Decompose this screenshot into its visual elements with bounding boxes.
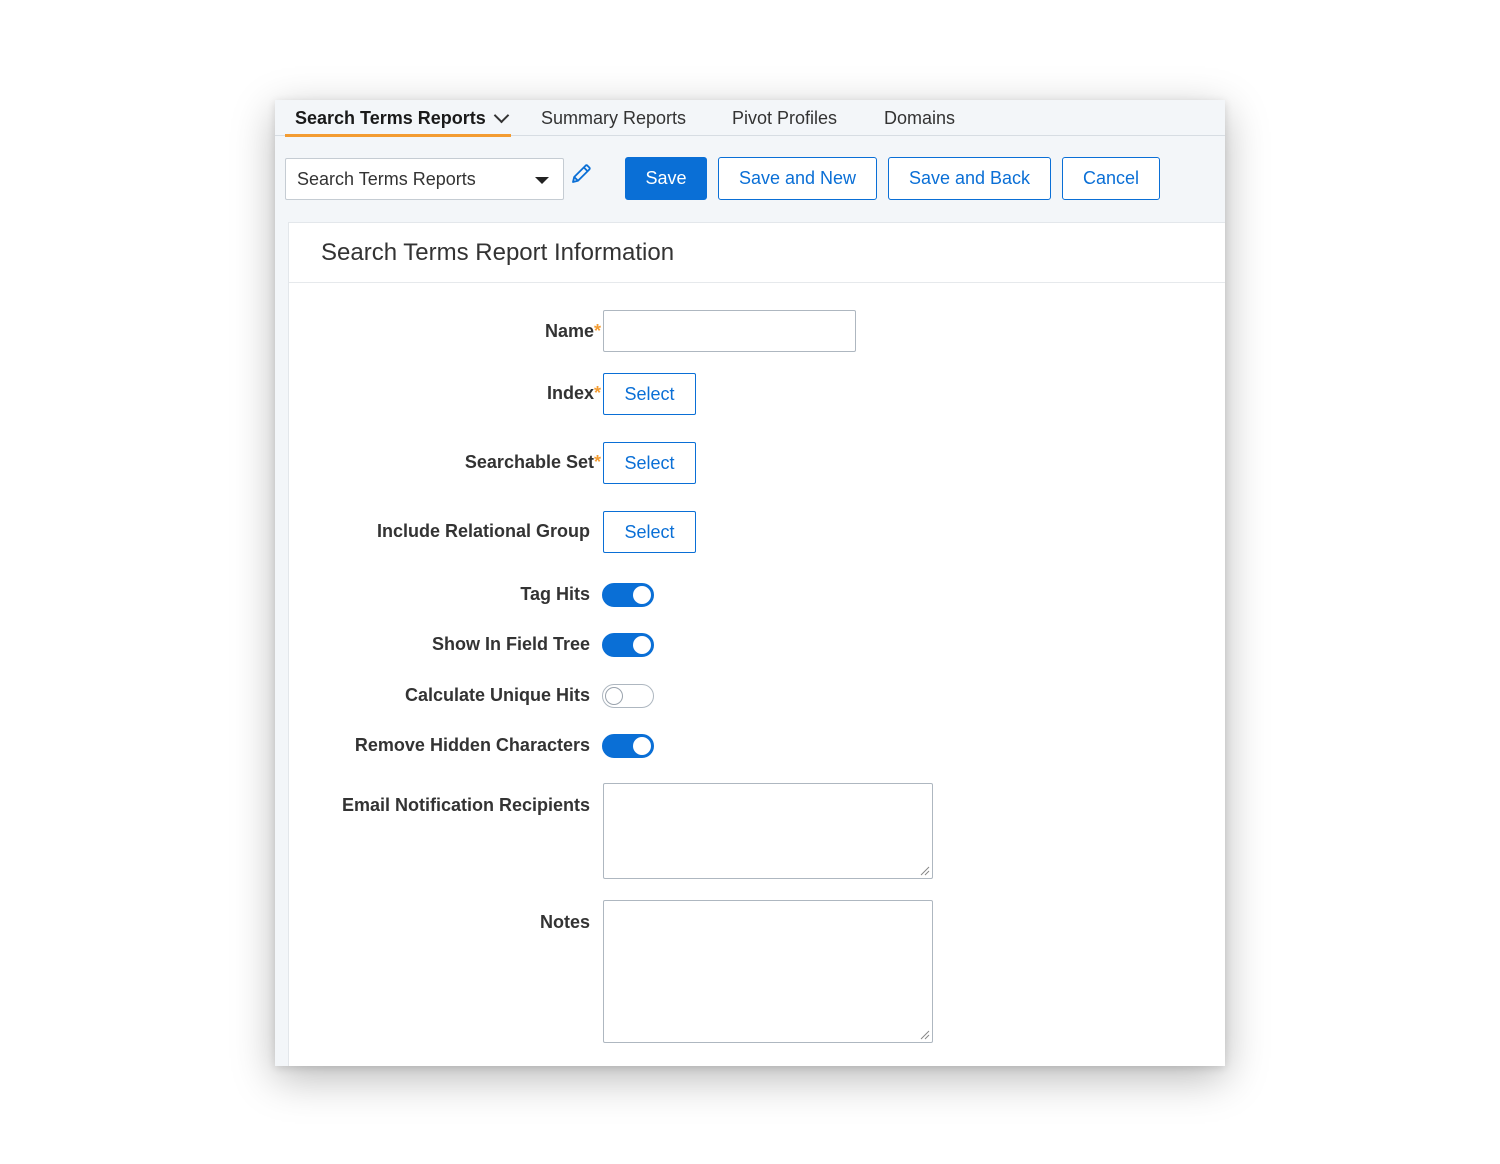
relational-group-label: Include Relational Group [376,521,590,541]
tab-domains[interactable]: Domains [884,100,955,136]
card-title: Search Terms Report Information [321,239,675,266]
toggle-knob [633,586,651,604]
tab-bar: Search Terms Reports Summary Reports Piv… [275,100,1225,137]
resize-handle-icon[interactable] [920,1030,930,1040]
show-in-field-tree-label: Show In Field Tree [431,634,590,654]
cancel-button[interactable]: Cancel [1062,157,1160,200]
calculate-unique-hits-label: Calculate Unique Hits [404,685,590,705]
searchable-set-label-text: Searchable Set [464,452,594,472]
toggle-knob [633,737,651,755]
required-mark: * [593,321,601,341]
view-select-value: Search Terms Reports [297,168,476,189]
tab-label: Summary Reports [541,107,687,128]
tab-label: Pivot Profiles [732,107,838,128]
name-label: Name* [545,321,601,342]
save-and-new-button[interactable]: Save and New [718,157,877,200]
index-label: Index* [547,383,601,404]
name-input[interactable] [603,310,856,352]
resize-handle-icon[interactable] [920,866,930,876]
app-window: Search Terms Reports Summary Reports Piv… [275,100,1225,1066]
caret-down-icon [535,177,549,184]
searchable-set-label: Searchable Set* [465,452,601,473]
required-mark: * [593,452,601,472]
tab-summary-reports[interactable]: Summary Reports [541,100,686,136]
tab-label: Search Terms Reports [295,107,486,128]
tab-label: Domains [884,107,956,128]
calculate-unique-hits-toggle[interactable] [602,684,654,708]
toggle-knob [633,636,651,654]
view-select[interactable]: Search Terms Reports [285,158,564,200]
remove-hidden-characters-toggle[interactable] [602,734,654,758]
tag-hits-label: Tag Hits [520,584,590,604]
tab-search-terms-reports[interactable]: Search Terms Reports [285,100,511,137]
toggle-knob [605,687,623,705]
remove-hidden-characters-label: Remove Hidden Characters [354,735,590,755]
card-header: Search Terms Report Information [289,223,1225,283]
notes-textarea[interactable] [603,900,933,1043]
save-and-back-button[interactable]: Save and Back [888,157,1051,200]
relational-group-select-button[interactable]: Select [603,511,696,553]
name-label-text: Name [544,321,594,341]
email-recipients-textarea[interactable] [603,783,933,879]
tag-hits-toggle[interactable] [602,583,654,607]
index-label-text: Index [546,383,594,403]
show-in-field-tree-toggle[interactable] [602,633,654,657]
chevron-down-icon [493,107,510,123]
email-recipients-label: Email Notification Recipients [341,795,590,815]
tab-pivot-profiles[interactable]: Pivot Profiles [732,100,837,136]
report-info-card: Search Terms Report Information Name* In… [288,222,1225,1066]
index-select-button[interactable]: Select [603,373,696,415]
save-button[interactable]: Save [625,157,707,200]
required-mark: * [593,383,601,403]
searchable-set-select-button[interactable]: Select [603,442,696,484]
notes-label: Notes [539,912,590,932]
pencil-icon[interactable] [569,162,593,186]
